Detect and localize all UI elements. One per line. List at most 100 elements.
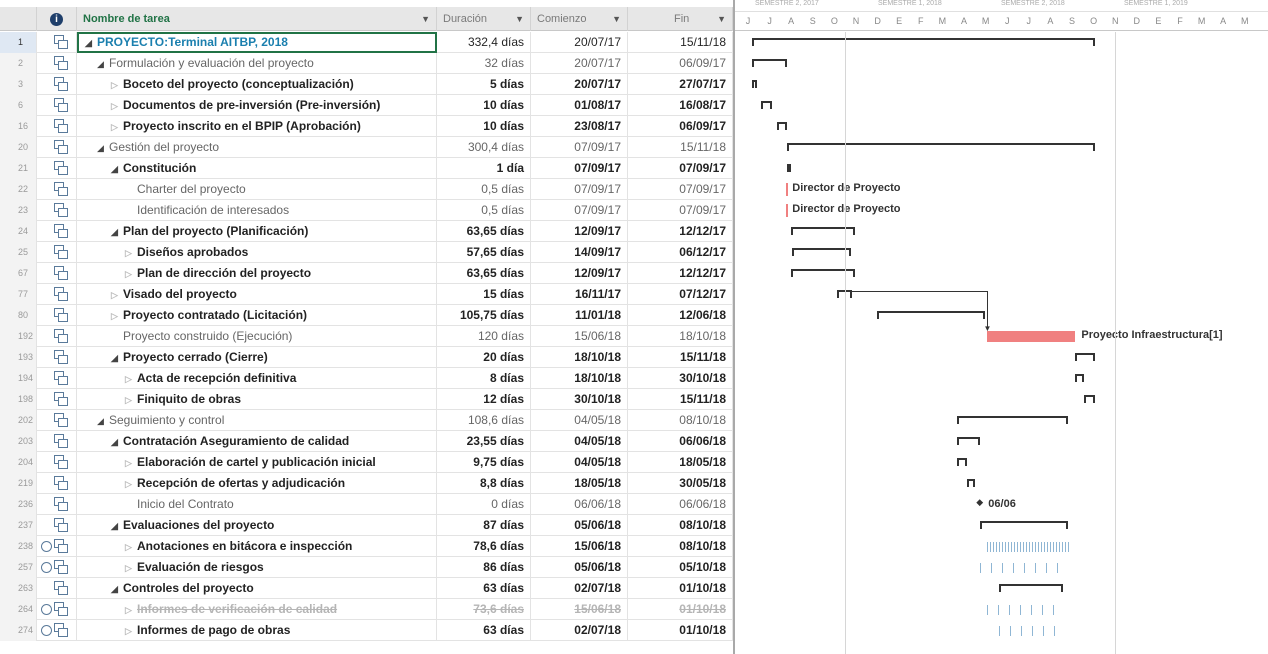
table-row[interactable]: 6 ▷ Documentos de pre-inversión (Pre-inver… — [0, 95, 733, 116]
row-number[interactable]: 6 — [0, 95, 37, 116]
task-duration[interactable]: 23,55 días — [437, 431, 531, 452]
collapse-triangle-icon[interactable]: ◢ — [111, 516, 123, 536]
task-start[interactable]: 20/07/17 — [531, 74, 628, 95]
table-row[interactable]: 67 ▷ Plan de dirección del proyecto 63,65 d… — [0, 263, 733, 284]
summary-bar[interactable] — [966, 479, 976, 487]
task-duration[interactable]: 0,5 días — [437, 179, 531, 200]
summary-bar[interactable] — [1075, 353, 1096, 361]
start-column-header[interactable]: Comienzo ▼ — [531, 7, 628, 31]
task-duration[interactable]: 10 días — [437, 116, 531, 137]
chevron-down-icon[interactable]: ▼ — [421, 7, 430, 31]
task-duration[interactable]: 300,4 días — [437, 137, 531, 158]
task-name-cell[interactable]: ◢ Gestión del proyecto — [77, 137, 437, 158]
duration-column-header[interactable]: Duración ▼ — [437, 7, 531, 31]
task-end[interactable]: 12/12/17 — [628, 263, 733, 284]
row-number[interactable]: 203 — [0, 431, 37, 452]
task-start[interactable]: 15/06/18 — [531, 599, 628, 620]
task-name-cell[interactable]: ▷ Recepción de ofertas y adjudicación — [77, 473, 437, 494]
task-duration[interactable]: 63,65 días — [437, 263, 531, 284]
task-duration[interactable]: 8,8 días — [437, 473, 531, 494]
row-number[interactable]: 238 — [0, 536, 37, 557]
task-start[interactable]: 15/06/18 — [531, 536, 628, 557]
indicators-header[interactable]: i — [37, 7, 77, 31]
task-name-cell[interactable]: ▷ Evaluación de riesgos — [77, 557, 437, 578]
chevron-down-icon[interactable]: ▼ — [717, 7, 726, 31]
task-name-cell[interactable]: Inicio del Contrato — [77, 494, 437, 515]
expand-triangle-icon[interactable]: ▷ — [125, 369, 137, 389]
task-end[interactable]: 15/11/18 — [628, 389, 733, 410]
task-end[interactable]: 06/12/17 — [628, 242, 733, 263]
row-number[interactable]: 25 — [0, 242, 37, 263]
expand-triangle-icon[interactable]: ▷ — [125, 390, 137, 410]
table-row[interactable]: 203 ◢ Contratación Aseguramiento de calida… — [0, 431, 733, 452]
task-name-cell[interactable]: ▷ Boceto del proyecto (conceptualización) — [77, 74, 437, 95]
task-bar[interactable] — [786, 204, 789, 217]
row-number[interactable]: 219 — [0, 473, 37, 494]
task-name-cell[interactable]: Proyecto construido (Ejecución) — [77, 326, 437, 347]
collapse-triangle-icon[interactable]: ◢ — [111, 159, 123, 179]
task-start[interactable]: 04/05/18 — [531, 431, 628, 452]
task-end[interactable]: 27/07/17 — [628, 74, 733, 95]
expand-triangle-icon[interactable]: ▷ — [125, 558, 137, 578]
summary-bar[interactable] — [1083, 395, 1096, 403]
row-number[interactable]: 23 — [0, 200, 37, 221]
task-end[interactable]: 12/06/18 — [628, 305, 733, 326]
task-end[interactable]: 07/12/17 — [628, 284, 733, 305]
task-start[interactable]: 04/05/18 — [531, 452, 628, 473]
row-number[interactable]: 3 — [0, 74, 37, 95]
task-duration[interactable]: 8 días — [437, 368, 531, 389]
task-end[interactable]: 30/10/18 — [628, 368, 733, 389]
collapse-triangle-icon[interactable]: ◢ — [97, 411, 109, 431]
task-start[interactable]: 06/06/18 — [531, 494, 628, 515]
task-name-cell[interactable]: ▷ Anotaciones en bitácora e inspección — [77, 536, 437, 557]
row-number[interactable]: 194 — [0, 368, 37, 389]
row-number[interactable]: 263 — [0, 578, 37, 599]
task-name-cell[interactable]: ▷ Plan de dirección del proyecto — [77, 263, 437, 284]
task-duration[interactable]: 12 días — [437, 389, 531, 410]
row-number[interactable]: 193 — [0, 347, 37, 368]
critical-task-bar[interactable] — [986, 331, 1076, 342]
row-number[interactable]: 77 — [0, 284, 37, 305]
summary-bar[interactable] — [979, 521, 1069, 529]
task-end[interactable]: 07/09/17 — [628, 158, 733, 179]
task-start[interactable]: 07/09/17 — [531, 179, 628, 200]
summary-bar[interactable] — [956, 416, 1069, 424]
table-row[interactable]: 23 Identificación de interesados 0,5 días 0… — [0, 200, 733, 221]
expand-triangle-icon[interactable]: ▷ — [111, 306, 123, 326]
task-duration[interactable]: 105,75 días — [437, 305, 531, 326]
task-end[interactable]: 07/09/17 — [628, 179, 733, 200]
task-start[interactable]: 12/09/17 — [531, 263, 628, 284]
task-duration[interactable]: 10 días — [437, 95, 531, 116]
table-row[interactable]: 236 Inicio del Contrato 0 días 06/06/18 06/0… — [0, 494, 733, 515]
task-start[interactable]: 04/05/18 — [531, 410, 628, 431]
task-end[interactable]: 06/09/17 — [628, 116, 733, 137]
expand-triangle-icon[interactable]: ▷ — [125, 474, 137, 494]
task-duration[interactable]: 20 días — [437, 347, 531, 368]
table-row[interactable]: 25 ▷ Diseños aprobados 57,65 días 14/09/17 06… — [0, 242, 733, 263]
task-bar[interactable] — [786, 183, 789, 196]
row-number[interactable]: 198 — [0, 389, 37, 410]
table-row[interactable]: 77 ▷ Visado del proyecto 15 días 16/11/17 07/… — [0, 284, 733, 305]
task-end[interactable]: 01/10/18 — [628, 578, 733, 599]
task-start[interactable]: 20/07/17 — [531, 53, 628, 74]
name-column-header[interactable]: Nombre de tarea ▼ — [77, 7, 437, 31]
task-duration[interactable]: 0 días — [437, 494, 531, 515]
task-start[interactable]: 20/07/17 — [531, 32, 628, 53]
table-row[interactable]: 24 ◢ Plan del proyecto (Planificación) 63,6… — [0, 221, 733, 242]
task-name-cell[interactable]: ◢ Plan del proyecto (Planificación) — [77, 221, 437, 242]
table-row[interactable]: 257 ▷ Evaluación de riesgos 86 días 05/06/18… — [0, 557, 733, 578]
task-start[interactable]: 07/09/17 — [531, 137, 628, 158]
task-duration[interactable]: 108,6 días — [437, 410, 531, 431]
summary-bar[interactable] — [776, 122, 787, 130]
task-name-cell[interactable]: ▷ Documentos de pre-inversión (Pre-invers… — [77, 95, 437, 116]
expand-triangle-icon[interactable]: ▷ — [125, 600, 137, 620]
row-number[interactable]: 1 — [0, 32, 37, 53]
table-row[interactable]: 219 ▷ Recepción de ofertas y adjudicación 8… — [0, 473, 733, 494]
task-end[interactable]: 08/10/18 — [628, 536, 733, 557]
collapse-triangle-icon[interactable]: ◢ — [97, 54, 109, 74]
task-name-cell[interactable]: ▷ Informes de verificación de calidad — [77, 599, 437, 620]
table-row[interactable]: 264 ▷ Informes de verificación de calidad 7… — [0, 599, 733, 620]
task-start[interactable]: 07/09/17 — [531, 158, 628, 179]
task-name-cell[interactable]: ▷ Finiquito de obras — [77, 389, 437, 410]
task-start[interactable]: 07/09/17 — [531, 200, 628, 221]
